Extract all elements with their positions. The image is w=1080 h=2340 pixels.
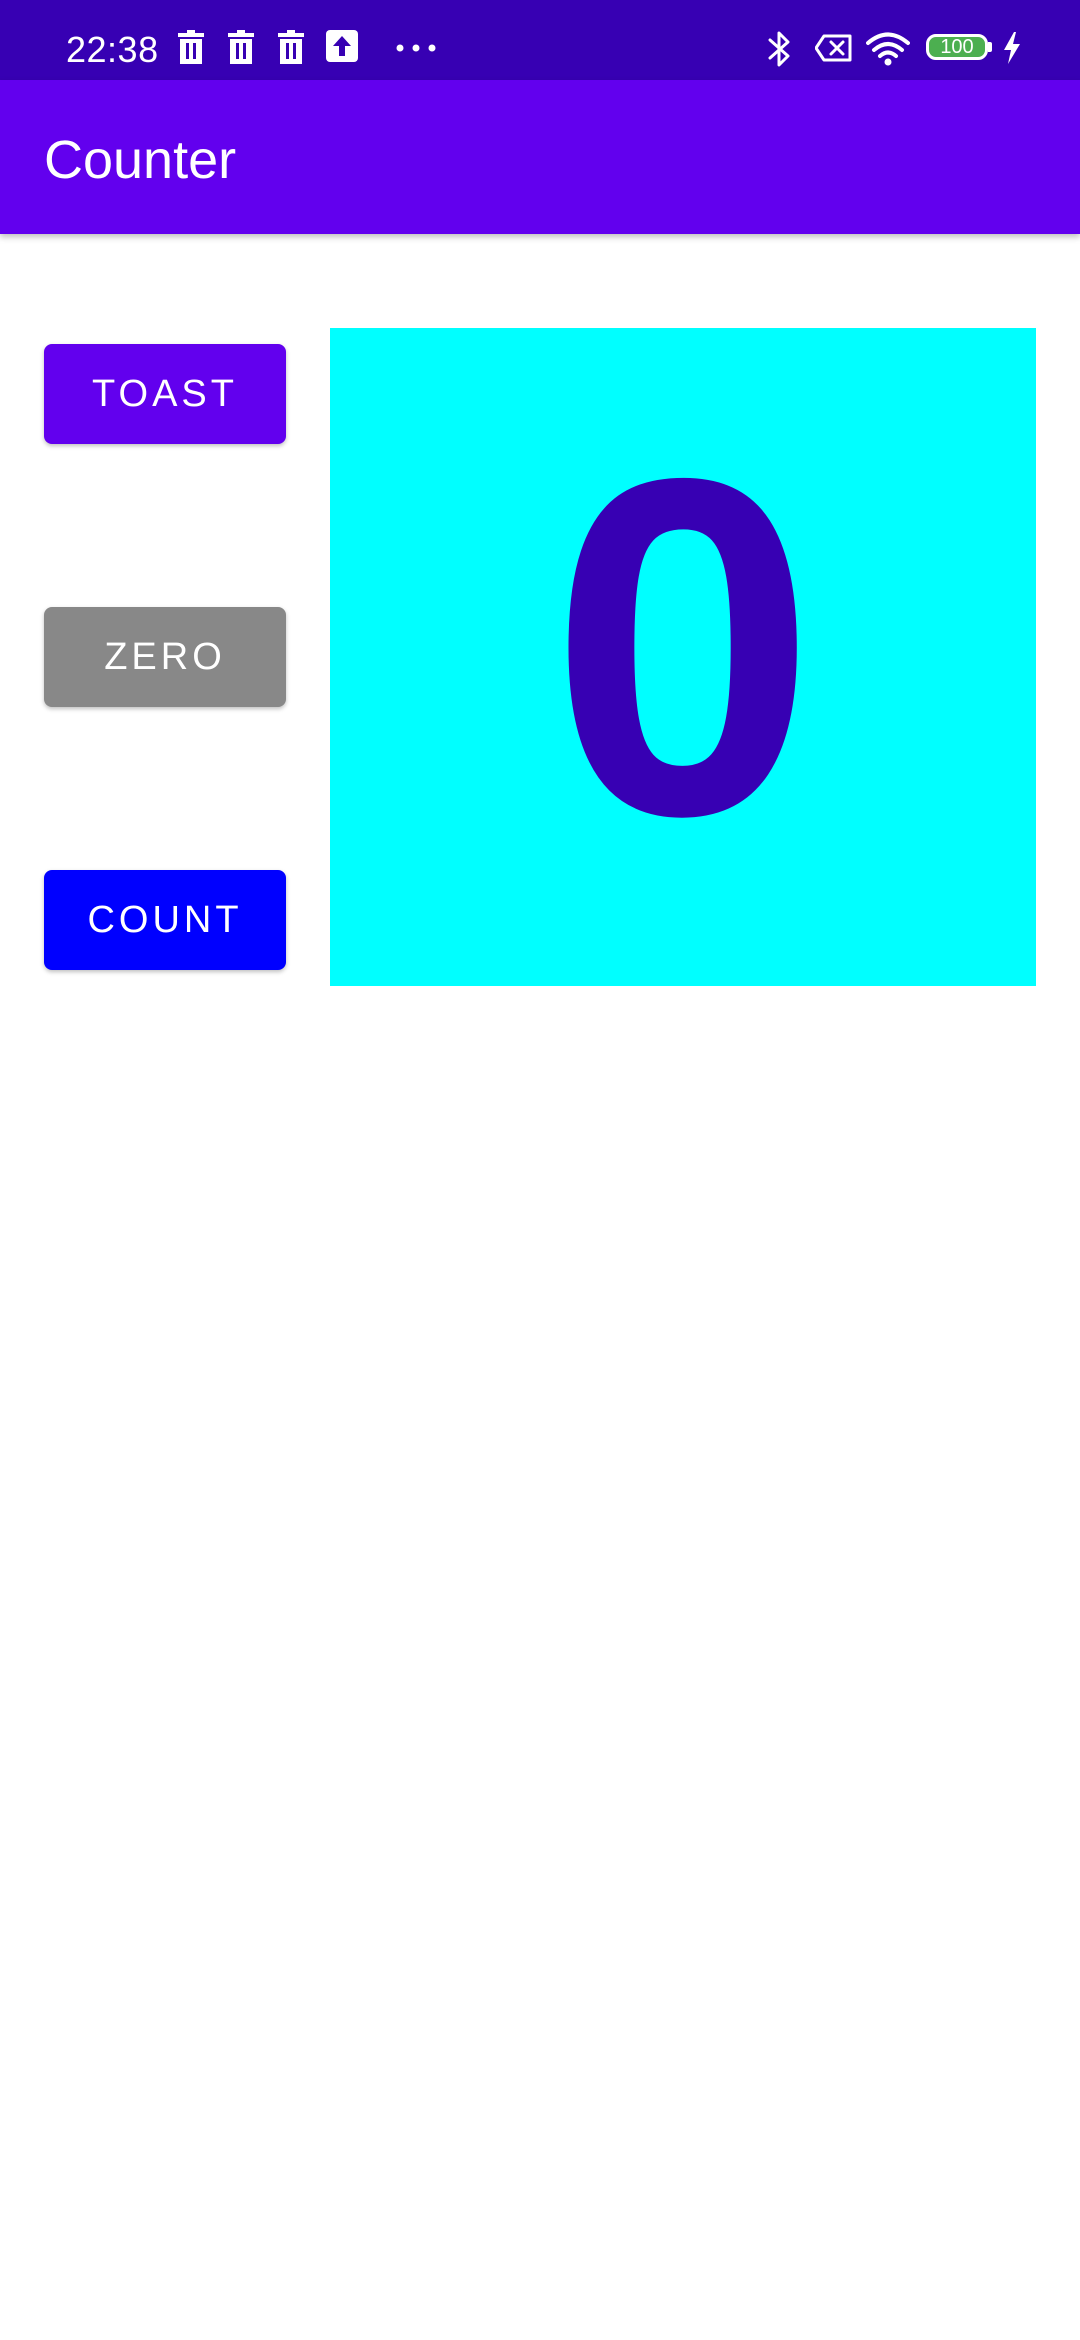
status-time: 22:38	[66, 29, 159, 70]
trash-icon	[178, 30, 204, 64]
bluetooth-icon	[768, 31, 790, 67]
count-value: 0	[549, 378, 817, 915]
battery-tip	[988, 42, 992, 52]
zero-button[interactable]: ZERO	[44, 607, 286, 707]
trash-icon	[228, 30, 254, 64]
upload-icon	[326, 30, 358, 62]
app-bar: Counter	[0, 80, 1080, 234]
more-dots-icon	[396, 44, 436, 52]
battery-icon: 100	[926, 34, 988, 60]
battery-level: 100	[940, 36, 974, 58]
count-button[interactable]: COUNT	[44, 870, 286, 970]
toast-button[interactable]: TOAST	[44, 344, 286, 444]
app-title: Counter	[44, 130, 237, 190]
data-off-icon	[815, 34, 852, 62]
trash-icon	[278, 30, 304, 64]
status-bar: 22:38 100	[0, 0, 1080, 80]
wifi-icon	[866, 32, 910, 66]
count-display: 0	[330, 328, 1036, 986]
charging-icon	[1004, 32, 1020, 64]
